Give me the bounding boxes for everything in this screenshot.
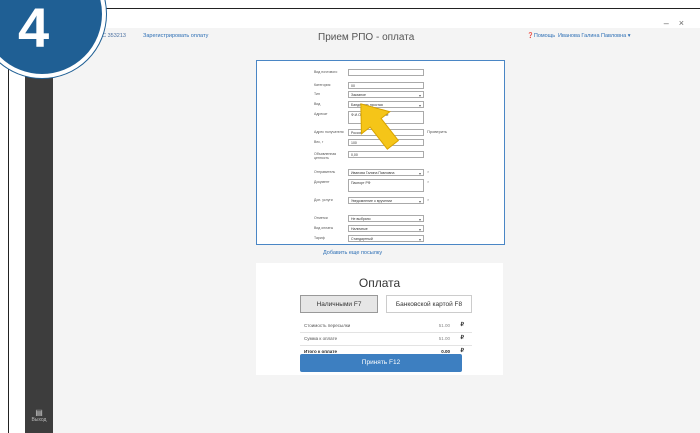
clear-icon[interactable]: × (427, 179, 429, 184)
form-field-label: Объявленная ценность (314, 152, 337, 160)
form-field-label: Адрес получателя (314, 130, 344, 134)
close-button[interactable]: × (679, 18, 694, 28)
user-menu[interactable]: Иванова Галина Павловна ▾ (558, 33, 631, 39)
help-link[interactable]: ❓Помощь (527, 33, 555, 39)
page-title: Прием РПО - оплата (318, 32, 415, 43)
currency-sign: ₽ (460, 322, 465, 328)
form-row: Отправитель Иванова Галина Павловна× (257, 169, 504, 179)
summary-label: Сумма к оплате (304, 336, 338, 341)
sidebar-exit[interactable]: ▤ Выход (25, 408, 53, 423)
form-field-label: Вид оплаты (314, 226, 334, 230)
minimize-button[interactable]: – (664, 18, 679, 28)
summary-value: 51.00 (438, 323, 450, 328)
form-row: Документ Паспорт РФ × (257, 179, 504, 192)
pay-card-button[interactable]: Банковской картой F8 (386, 295, 472, 313)
frame-top-line (98, 8, 700, 9)
form-select[interactable]: Наличные (348, 225, 424, 232)
form-row: Вид оплаты Наличные (257, 225, 504, 235)
form-field-label: Адресат (314, 112, 328, 116)
form-input[interactable] (348, 69, 424, 76)
form-input[interactable]: 00 (348, 82, 424, 89)
form-input[interactable]: Паспорт РФ (348, 179, 424, 192)
payment-title: Оплата (358, 276, 401, 290)
add-parcel-link[interactable]: Добавить еще посылку (323, 250, 382, 256)
form-row: Доп. услуги Уведомление о вручении× (257, 197, 504, 207)
clear-icon[interactable]: × (427, 197, 429, 202)
pay-cash-button[interactable]: Наличными F7 (300, 295, 378, 313)
sidebar: ▤ Выход (25, 38, 53, 433)
window-controls: –× (664, 18, 694, 28)
exit-icon: ▤ (35, 408, 43, 417)
form-field-label: Документ (314, 180, 330, 184)
currency-sign: ₽ (460, 335, 465, 341)
form-field-label: Доп. услуги (314, 198, 333, 202)
summary-row: Стоимость пересылки 51.00 ₽ (300, 320, 472, 333)
form-select[interactable]: Уведомление о вручении (348, 197, 424, 204)
form-field-label: Вид почтового (314, 70, 338, 74)
form-select[interactable]: Стандартный (348, 235, 424, 242)
form-field-label: Вес, г (314, 140, 324, 144)
form-field-label: Тип (314, 92, 320, 96)
summary-value: 51.00 (438, 336, 450, 341)
form-field-label: Вид (314, 102, 321, 106)
summary-row: Сумма к оплате 51.00 ₽ (300, 333, 472, 346)
help-icon: ❓ (527, 33, 534, 39)
clear-icon[interactable]: × (427, 169, 429, 174)
currency-sign: ₽ (460, 348, 465, 354)
frame-left-line (8, 50, 9, 433)
summary-label: Стоимость пересылки (304, 323, 351, 328)
check-address-link[interactable]: Проверить (427, 129, 447, 134)
top-bar: ⌂ ОПС 353213 Зарегистрировать оплату При… (53, 28, 700, 48)
form-row: Вид почтового (257, 69, 504, 79)
form-row: Тариф Стандартный (257, 235, 504, 245)
form-field-label: Отметки (314, 216, 328, 220)
form-select[interactable]: Иванова Галина Павловна (348, 169, 424, 176)
pointer-arrow-icon (360, 103, 400, 150)
form-select[interactable]: Не выбрано (348, 215, 424, 222)
step-number: 4 (18, 0, 50, 59)
form-field-label: Категория (314, 83, 331, 87)
accept-button[interactable]: Принять F12 (300, 354, 462, 372)
register-payment-link[interactable]: Зарегистрировать оплату (143, 33, 208, 39)
form-field-label: Отправитель (314, 170, 336, 174)
form-row: Отметки Не выбрано (257, 215, 504, 225)
payment-panel: Оплата Наличными F7 Банковской картой F8… (256, 263, 503, 375)
sidebar-exit-label: Выход (31, 417, 47, 423)
form-field-label: Тариф (314, 236, 325, 240)
